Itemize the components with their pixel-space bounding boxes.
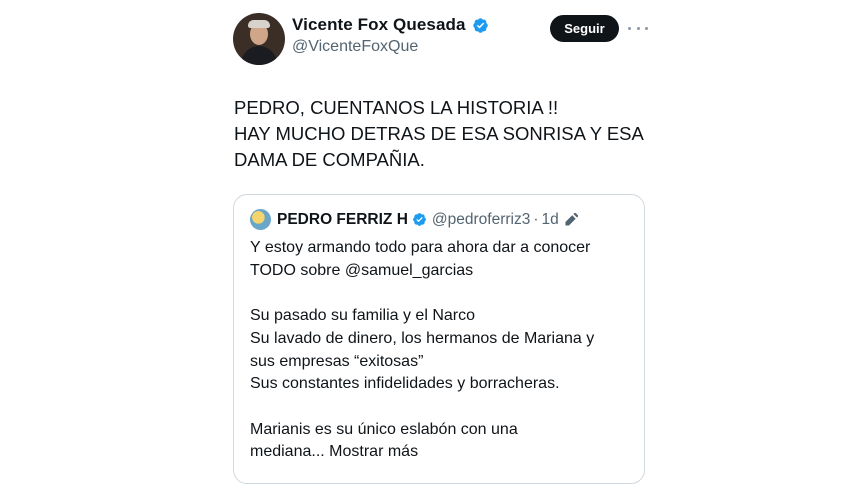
tweet-text-line: HAY MUCHO DETRAS DE ESA SONRISA Y ESA <box>234 123 644 144</box>
tweet: Vicente Fox Quesada @VicenteFoxQue Segui… <box>0 0 850 484</box>
quoted-text-line <box>250 282 630 305</box>
quoted-text-line: Su lavado de dinero, los hermanos de Mar… <box>250 329 595 347</box>
verified-badge-icon <box>472 17 488 33</box>
author-info: Vicente Fox Quesada @VicenteFoxQue <box>292 15 489 56</box>
quoted-text-line: Marianis es su único eslabón con una <box>250 420 518 438</box>
more-options-icon[interactable] <box>628 20 648 36</box>
quoted-text-line: mediana... <box>250 443 325 461</box>
author-handle[interactable]: @VicenteFoxQue <box>292 38 489 56</box>
quoted-text-line: TODO sobre @samuel_garcias <box>250 261 474 279</box>
separator-dot: · <box>533 210 539 228</box>
edit-icon <box>565 212 578 226</box>
quoted-timestamp[interactable]: 1d <box>542 211 559 229</box>
quoted-author-handle[interactable]: @pedroferriz3 <box>432 211 530 229</box>
verified-badge-icon <box>413 213 426 226</box>
quoted-text-line: Sus constantes infidelidades y borracher… <box>250 375 560 393</box>
tweet-text: PEDRO, CUENTANOS LA HISTORIA !! HAY MUCH… <box>234 95 674 173</box>
author-display-name[interactable]: Vicente Fox Quesada <box>292 15 466 35</box>
tweet-text-line: PEDRO, CUENTANOS LA HISTORIA !! <box>234 97 559 118</box>
tweet-text-line: DAMA DE COMPAÑIA. <box>234 149 425 170</box>
quoted-text-line: Su pasado su familia y el Narco <box>250 307 475 325</box>
quoted-tweet-header: PEDRO FERRIZ H @pedroferriz3 · 1d <box>250 209 578 230</box>
quoted-text-line: sus empresas “exitosas” <box>250 352 424 370</box>
quoted-author-avatar[interactable] <box>250 209 271 230</box>
quoted-text-line-last: mediana... Mostrar más <box>250 441 630 464</box>
show-more-link[interactable]: Mostrar más <box>329 443 418 460</box>
quoted-tweet-card[interactable]: PEDRO FERRIZ H @pedroferriz3 · 1d Y esto… <box>233 194 645 484</box>
follow-button[interactable]: Seguir <box>550 15 619 42</box>
quoted-tweet-text: Y estoy armando todo para ahora dar a co… <box>250 237 630 464</box>
quoted-text-line <box>250 396 630 419</box>
author-avatar[interactable] <box>233 13 285 65</box>
quoted-author-display-name[interactable]: PEDRO FERRIZ H <box>277 211 408 229</box>
quoted-text-line: Y estoy armando todo para ahora dar a co… <box>250 239 591 256</box>
